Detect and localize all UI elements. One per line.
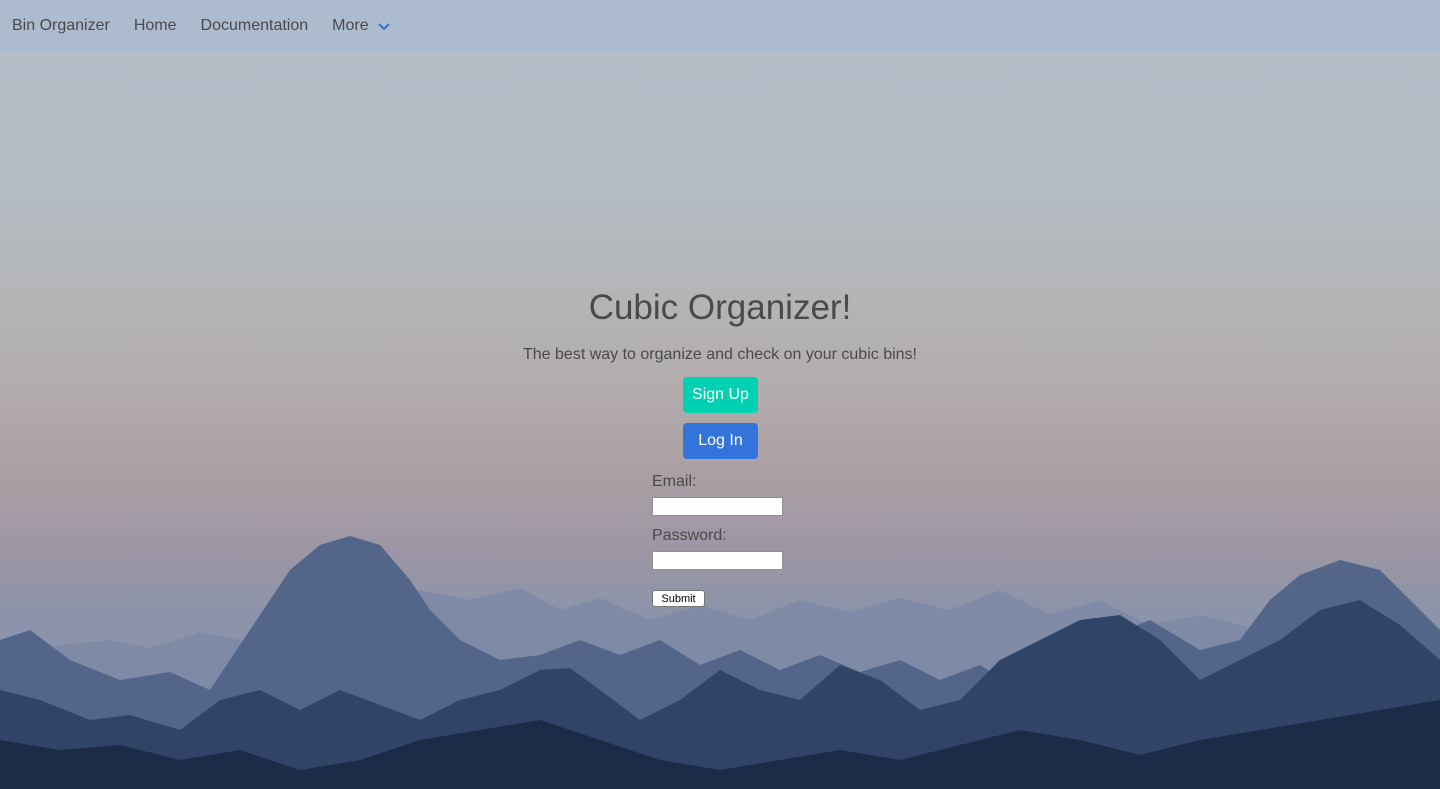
nav-home[interactable]: Home <box>122 0 189 52</box>
navbar: Bin Organizer Home Documentation More <box>0 0 1440 52</box>
sign-up-button[interactable]: Sign Up <box>683 377 758 413</box>
page-title: Cubic Organizer! <box>588 288 852 327</box>
email-label: Email: <box>652 473 697 490</box>
nav-more-dropdown[interactable]: More <box>320 0 401 52</box>
password-label: Password: <box>652 527 727 544</box>
hero: Cubic Organizer! The best way to organiz… <box>0 52 1440 789</box>
chevron-down-icon <box>378 20 390 32</box>
page-subtitle: The best way to organize and check on yo… <box>523 346 917 363</box>
nav-brand[interactable]: Bin Organizer <box>0 0 122 52</box>
nav-more-label: More <box>332 17 369 34</box>
nav-documentation[interactable]: Documentation <box>189 0 321 52</box>
log-in-button[interactable]: Log In <box>683 423 758 459</box>
login-form: Email: Password: Submit <box>652 472 852 607</box>
password-field[interactable] <box>652 551 783 570</box>
submit-button[interactable]: Submit <box>652 590 705 607</box>
email-field[interactable] <box>652 497 783 516</box>
